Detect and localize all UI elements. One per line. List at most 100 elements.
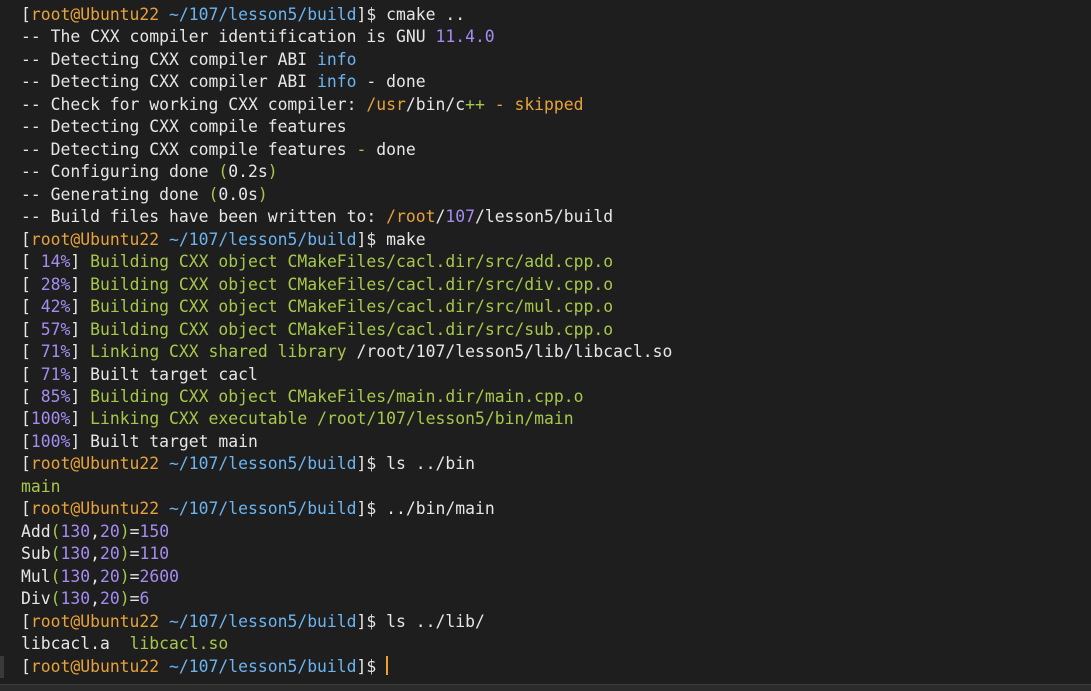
- terminal-line: Div(130,20)=6: [21, 588, 1091, 610]
- terminal-text: [: [21, 656, 31, 676]
- terminal-text: (: [50, 589, 61, 609]
- terminal-text: =: [129, 566, 140, 586]
- terminal-text: /usr: [366, 94, 406, 114]
- terminal-text: Building CXX object CMakeFiles/cacl.dir/…: [90, 319, 614, 339]
- terminal-text: -- The CXX compiler identification is GN…: [21, 27, 436, 47]
- terminal-text: [: [21, 499, 31, 519]
- terminal-text: 107: [445, 207, 475, 227]
- terminal-text: =: [129, 589, 140, 609]
- terminal-text: ~/107/lesson5/build: [159, 499, 357, 519]
- terminal-text: (: [50, 521, 61, 541]
- terminal-text: ]$ ls ../bin: [356, 454, 475, 474]
- terminal-line: [root@Ubuntu22 ~/107/lesson5/build]$ cma…: [21, 4, 1091, 26]
- terminal-text: [: [21, 319, 41, 339]
- terminal-text: ]: [70, 386, 91, 406]
- terminal-text: (: [50, 566, 61, 586]
- terminal-line: -- Detecting CXX compiler ABI info: [21, 49, 1091, 71]
- terminal-text: root@Ubuntu22: [30, 656, 160, 676]
- terminal-text: 110: [139, 544, 170, 564]
- terminal-text: 85%: [40, 386, 71, 406]
- terminal-output[interactable]: [root@Ubuntu22 ~/107/lesson5/build]$ cma…: [21, 4, 1091, 678]
- terminal-text: =: [129, 521, 140, 541]
- terminal-line: [ 28%] Building CXX object CMakeFiles/ca…: [21, 274, 1091, 296]
- terminal-text: info: [317, 72, 357, 92]
- terminal-text: 150: [139, 521, 170, 541]
- status-bar: [0, 684, 1091, 691]
- terminal-line: [ 57%] Building CXX object CMakeFiles/ca…: [21, 319, 1091, 341]
- terminal-text: 14%: [40, 252, 71, 272]
- terminal-line: -- Detecting CXX compile features: [21, 116, 1091, 138]
- terminal-text: ,: [90, 566, 100, 586]
- terminal-text: - done: [356, 72, 426, 92]
- terminal-line: Sub(130,20)=110: [21, 543, 1091, 565]
- terminal-text: Linking CXX shared library: [90, 342, 357, 362]
- terminal-text: Add: [21, 521, 51, 541]
- terminal-line: [root@Ubuntu22 ~/107/lesson5/build]$: [21, 655, 1091, 678]
- terminal-text: ): [257, 184, 268, 204]
- terminal-text: Linking CXX executable: [90, 409, 318, 429]
- terminal-line: -- Build files have been written to: /ro…: [21, 206, 1091, 228]
- terminal-text: 0.2s: [228, 162, 268, 182]
- terminal-text: 100%: [30, 431, 71, 451]
- terminal-text: [: [21, 229, 31, 249]
- terminal-text: 20: [99, 589, 120, 609]
- terminal-text: ]$: [356, 656, 387, 676]
- terminal-text: libcacl.a: [21, 634, 130, 654]
- terminal-text: ~/107/lesson5/build: [159, 5, 357, 24]
- terminal-line: [ 42%] Building CXX object CMakeFiles/ca…: [21, 296, 1091, 318]
- terminal-text: info: [317, 49, 357, 69]
- terminal-text: [: [21, 431, 31, 451]
- terminal-text: ~/107/lesson5/build: [159, 454, 357, 474]
- terminal-line: [root@Ubuntu22 ~/107/lesson5/build]$ ls …: [21, 453, 1091, 475]
- terminal-text: /: [435, 207, 446, 227]
- terminal-text: ] Built target cacl: [70, 364, 258, 384]
- terminal-window[interactable]: [root@Ubuntu22 ~/107/lesson5/build]$ cma…: [0, 0, 1091, 691]
- terminal-text: (: [208, 184, 219, 204]
- terminal-text: [: [21, 342, 41, 362]
- terminal-text: -- Detecting CXX compile features: [21, 117, 347, 137]
- terminal-line: [100%] Linking CXX executable /root/107/…: [21, 408, 1091, 430]
- terminal-text: -- Generating done: [21, 184, 209, 204]
- terminal-text: (: [218, 162, 229, 182]
- terminal-text: 20: [99, 521, 120, 541]
- terminal-text: [: [21, 297, 41, 317]
- terminal-text: ]: [70, 252, 91, 272]
- terminal-text: [: [21, 364, 41, 384]
- terminal-text: root@Ubuntu22: [30, 499, 160, 519]
- terminal-text: [: [21, 5, 31, 24]
- terminal-text: -- Detecting CXX compiler ABI: [21, 72, 318, 92]
- terminal-line: -- Detecting CXX compile features - done: [21, 139, 1091, 161]
- terminal-text: ]: [70, 297, 91, 317]
- terminal-text: [: [21, 386, 41, 406]
- terminal-line: [ 71%] Built target cacl: [21, 364, 1091, 386]
- terminal-line: libcacl.a libcacl.so: [21, 633, 1091, 655]
- terminal-text: ,: [90, 521, 100, 541]
- terminal-text: Building CXX object CMakeFiles/cacl.dir/…: [90, 297, 614, 317]
- terminal-text: ]: [70, 319, 91, 339]
- terminal-text: ]: [70, 409, 91, 429]
- terminal-text: Building CXX object CMakeFiles/cacl.dir/…: [90, 274, 614, 294]
- terminal-text: root@Ubuntu22: [30, 5, 160, 24]
- terminal-line: -- Detecting CXX compiler ABI info - don…: [21, 71, 1091, 93]
- terminal-text: ): [119, 544, 130, 564]
- terminal-line: [ 71%] Linking CXX shared library /root/…: [21, 341, 1091, 363]
- terminal-text: [: [21, 252, 41, 272]
- terminal-line: [root@Ubuntu22 ~/107/lesson5/build]$ ../…: [21, 498, 1091, 520]
- terminal-text: ): [119, 521, 130, 541]
- terminal-text: 2600: [139, 566, 179, 586]
- terminal-line: Mul(130,20)=2600: [21, 566, 1091, 588]
- terminal-text: =: [129, 544, 140, 564]
- terminal-text: ): [119, 589, 130, 609]
- terminal-text: -: [356, 139, 367, 159]
- terminal-text: ~/107/lesson5/build: [159, 229, 357, 249]
- terminal-text: 11.4.0: [435, 27, 495, 47]
- terminal-text: Building CXX object CMakeFiles/main.dir/…: [90, 386, 584, 406]
- terminal-text: Div: [21, 589, 51, 609]
- terminal-text: ]$ ls ../lib/: [356, 611, 485, 631]
- terminal-text: -- Check for working CXX compiler:: [21, 94, 367, 114]
- terminal-text: -- Build files have been written to:: [21, 207, 387, 227]
- terminal-text: /bin/c: [405, 94, 466, 114]
- terminal-text: ): [267, 162, 278, 182]
- terminal-text: ,: [90, 544, 100, 564]
- terminal-text: 130: [60, 544, 91, 564]
